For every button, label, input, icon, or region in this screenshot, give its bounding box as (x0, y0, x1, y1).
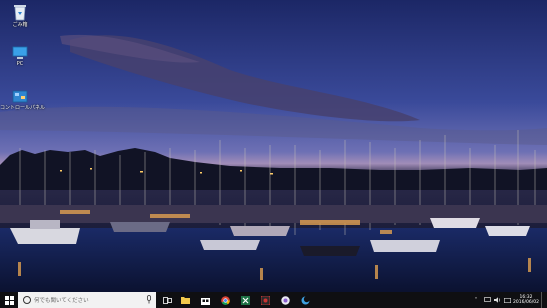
volume-button[interactable] (492, 292, 502, 308)
taskbar-media[interactable] (258, 292, 272, 308)
excel-icon (240, 295, 250, 305)
chrome-icon (220, 295, 230, 305)
windows-logo-icon (4, 295, 14, 305)
app-icon (280, 295, 290, 305)
control-panel-icon (12, 90, 28, 103)
start-button[interactable] (0, 292, 18, 308)
taskbar-app[interactable] (278, 292, 292, 308)
microphone-icon[interactable] (146, 295, 152, 304)
recycle-bin-icon (14, 5, 26, 21)
tray-overflow-button[interactable]: ˄ (470, 292, 482, 308)
taskbar-file-explorer[interactable] (178, 292, 192, 308)
taskbar-store[interactable] (198, 292, 212, 308)
cortana-icon (23, 296, 31, 304)
show-desktop-button[interactable] (541, 292, 547, 308)
clock-date: 2016/06/02 (513, 300, 539, 305)
keyboard-icon (503, 297, 511, 303)
taskbar-excel[interactable] (238, 292, 252, 308)
desktop-wallpaper (0, 0, 547, 292)
computer-icon (12, 46, 28, 59)
file-explorer-icon (180, 297, 190, 304)
desktop-icon-pc[interactable]: PC (0, 46, 40, 67)
search-box[interactable]: 何でも聞いてください (18, 292, 156, 308)
taskbar-chrome[interactable] (218, 292, 232, 308)
desktop-icon-label: ごみ箱 (12, 22, 28, 28)
chevron-up-icon: ˄ (474, 296, 478, 304)
task-view-icon (162, 296, 172, 304)
desktop-icon-label: PC (16, 61, 24, 67)
volume-icon (493, 297, 500, 303)
desktop-icon-recycle-bin[interactable]: ごみ箱 (0, 3, 40, 28)
app-icon (301, 296, 309, 304)
taskbar-app[interactable] (298, 292, 312, 308)
task-view-button[interactable] (160, 292, 174, 308)
taskbar: 何でも聞いてください ˄ 16:32 2016/06/02 (0, 292, 547, 308)
network-button[interactable] (482, 292, 492, 308)
media-icon (260, 295, 270, 305)
network-icon (483, 297, 491, 302)
taskbar-clock[interactable]: 16:32 2016/06/02 (511, 292, 541, 308)
search-placeholder: 何でも聞いてください (34, 298, 89, 304)
desktop-icon-label: コントロールパネル (0, 105, 46, 111)
desktop-icon-control-panel[interactable]: コントロールパネル (0, 90, 46, 111)
store-icon (200, 297, 210, 305)
